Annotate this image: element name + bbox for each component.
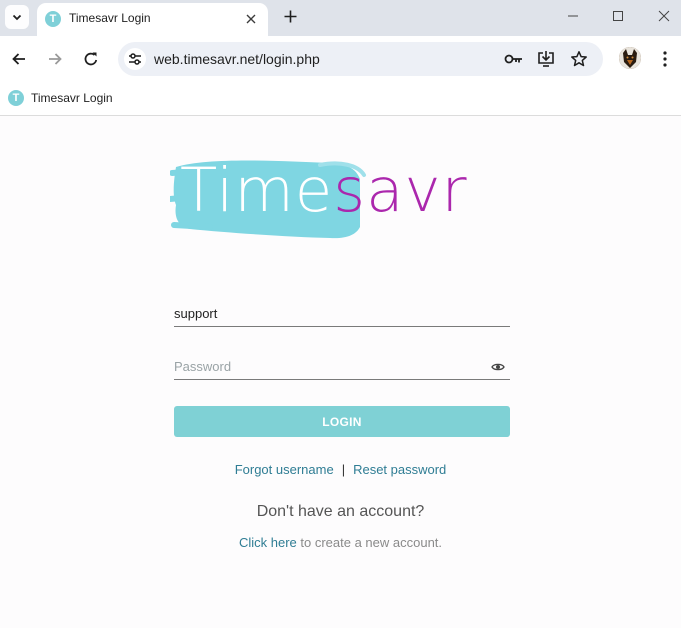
close-icon <box>658 10 670 22</box>
active-tab[interactable]: T Timesavr Login <box>37 3 268 36</box>
reload-icon <box>84 52 98 66</box>
profile-dog-icon <box>619 47 641 69</box>
show-password-toggle[interactable] <box>490 361 506 373</box>
kebab-menu-icon <box>663 51 667 67</box>
star-icon <box>571 51 587 67</box>
bookmarks-bar: T Timesavr Login <box>0 82 681 116</box>
maximize-button[interactable] <box>605 4 631 28</box>
minimize-icon <box>568 15 578 17</box>
forward-button[interactable] <box>44 48 66 70</box>
password-manager-button[interactable] <box>504 49 524 69</box>
maximize-icon <box>613 11 623 21</box>
key-icon <box>504 54 522 64</box>
new-tab-button[interactable] <box>280 6 300 26</box>
timesavr-favicon-icon: T <box>8 90 24 106</box>
logo-wordmark: Timesavr <box>180 160 468 221</box>
timesavr-logo: Timesavr <box>170 155 515 243</box>
password-input[interactable] <box>174 354 510 379</box>
plus-icon <box>284 10 296 22</box>
password-field[interactable] <box>174 354 510 380</box>
tab-strip: T Timesavr Login <box>0 0 681 36</box>
arrow-right-icon <box>49 53 62 65</box>
reload-button[interactable] <box>80 48 102 70</box>
tab-close-button[interactable] <box>242 10 260 28</box>
install-icon <box>538 51 554 67</box>
arrow-left-icon <box>12 53 25 65</box>
no-account-heading: Don't have an account? <box>256 503 425 520</box>
close-window-button[interactable] <box>651 4 677 28</box>
forgot-username-link[interactable]: Forgot username <box>235 462 334 477</box>
tab-search-button[interactable] <box>5 5 29 29</box>
url-text[interactable]: web.timesavr.net/login.php <box>154 51 320 67</box>
address-bar[interactable]: web.timesavr.net/login.php <box>118 42 603 76</box>
username-input[interactable] <box>174 301 510 326</box>
login-button[interactable]: LOGIN <box>174 406 510 437</box>
bookmark-timesavr-login[interactable]: T Timesavr Login <box>8 87 113 109</box>
back-button[interactable] <box>8 48 30 70</box>
link-separator: | <box>341 462 346 477</box>
username-field[interactable] <box>174 301 510 327</box>
site-info-button[interactable] <box>124 48 146 70</box>
profile-avatar[interactable] <box>619 47 641 69</box>
chevron-down-icon <box>12 14 22 21</box>
logo-text-savr: savr <box>333 155 468 226</box>
install-app-button[interactable] <box>536 49 556 69</box>
tab-title: Timesavr Login <box>69 11 151 25</box>
timesavr-favicon-icon: T <box>45 11 61 27</box>
browser-toolbar: web.timesavr.net/login.php <box>0 36 681 82</box>
create-account-line: Click here to create a new account. <box>0 535 681 550</box>
account-recovery-links: Forgot username | Reset password <box>0 462 681 477</box>
logo-text-time: Time <box>180 155 334 226</box>
bookmark-label: Timesavr Login <box>31 91 113 105</box>
tune-icon <box>129 53 141 65</box>
eye-icon <box>491 363 505 371</box>
bookmark-star-button[interactable] <box>569 49 589 69</box>
minimize-button[interactable] <box>560 4 586 28</box>
create-account-link[interactable]: Click here <box>239 535 297 550</box>
create-account-text: to create a new account. <box>296 535 443 550</box>
close-icon <box>246 14 256 24</box>
login-page: Timesavr LOGIN Forgot username | Reset pas… <box>0 117 681 628</box>
browser-menu-button[interactable] <box>656 48 674 70</box>
reset-password-link[interactable]: Reset password <box>353 462 446 477</box>
